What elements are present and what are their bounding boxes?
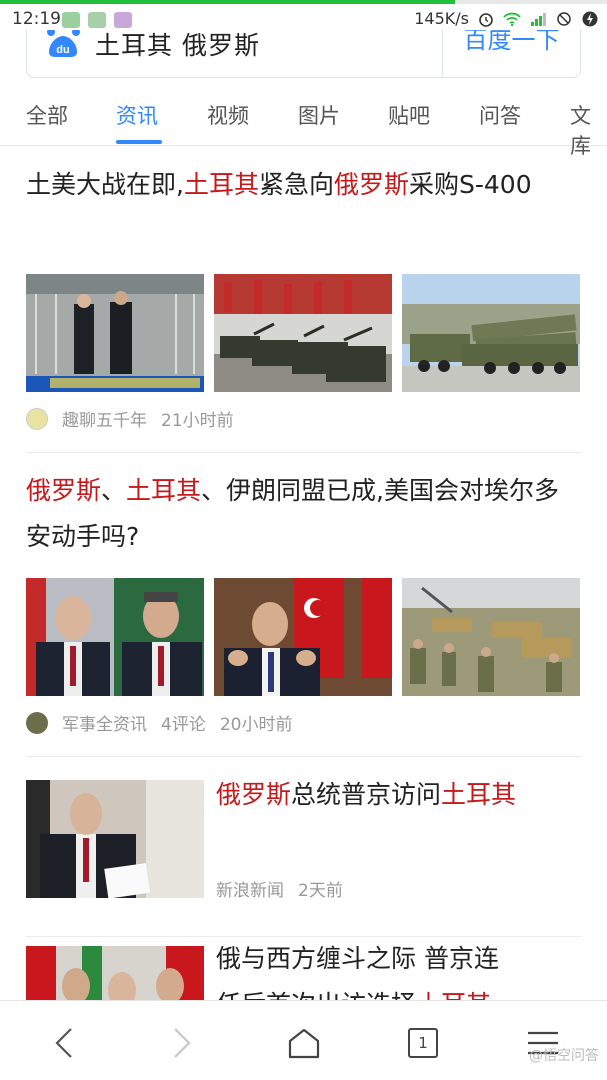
news-thumbnails <box>26 578 580 696</box>
source-avatar <box>26 407 48 430</box>
network-speed: 145K/s <box>414 9 469 28</box>
news-meta: 军事全资讯 4评论 20小时前 <box>26 710 292 735</box>
status-time: 12:19 <box>12 9 61 29</box>
home-button[interactable] <box>282 1021 326 1065</box>
tab-all[interactable]: 全部 <box>26 100 68 130</box>
news-thumbnail[interactable] <box>214 578 392 696</box>
watermark: @悟空问答 <box>529 1048 599 1064</box>
svg-text:du: du <box>56 44 69 56</box>
category-tabs: 全部 资讯 视频 图片 贴吧 问答 文库 <box>0 88 607 158</box>
news-time: 20小时前 <box>219 715 293 735</box>
status-right: 145K/s <box>414 9 599 28</box>
forward-button[interactable] <box>160 1021 204 1065</box>
status-bar: 12:19 145K/s <box>0 0 607 34</box>
tab-video[interactable]: 视频 <box>207 100 249 130</box>
news-title[interactable]: 俄罗斯总统普京访问土耳其 <box>216 772 596 818</box>
search-input[interactable]: 土耳其 俄罗斯 <box>95 30 260 62</box>
tab-news[interactable]: 资讯 <box>116 100 158 130</box>
news-source: 军事全资讯 <box>62 715 147 735</box>
divider <box>26 756 581 757</box>
news-thumbnail[interactable] <box>214 274 392 392</box>
news-source: 趣聊五千年 <box>62 411 147 431</box>
news-item-2[interactable]: 俄罗斯、土耳其、伊朗同盟已成,美国会对埃尔多安动手吗? 军事全资讯 4评论 20… <box>0 468 607 735</box>
news-title[interactable]: 俄罗斯、土耳其、伊朗同盟已成,美国会对埃尔多安动手吗? <box>0 468 590 560</box>
active-tab-indicator <box>116 140 162 144</box>
tab-count: 1 <box>408 1028 438 1058</box>
tab-tieba[interactable]: 贴吧 <box>388 100 430 130</box>
baidu-logo: du <box>47 30 80 57</box>
news-title[interactable]: 俄与西方缠斗之际 普京连 任后首次出访选择土耳其 <box>216 936 596 1000</box>
search-button[interactable]: 百度一下 <box>442 30 580 77</box>
page-load-progress <box>455 0 607 4</box>
news-comments: 4评论 <box>161 715 206 735</box>
tab-qa[interactable]: 问答 <box>479 100 521 130</box>
news-meta: 新浪新闻 2天前 <box>216 876 343 901</box>
news-thumbnails <box>26 274 580 392</box>
news-thumbnail[interactable] <box>26 780 204 898</box>
news-item-4[interactable]: 俄与西方缠斗之际 普京连 任后首次出访选择土耳其 <box>0 936 607 1000</box>
news-meta: 趣聊五千年 21小时前 <box>26 406 234 431</box>
news-title[interactable]: 土美大战在即,土耳其紧急向俄罗斯采购S-400 <box>0 162 590 208</box>
tabs-button[interactable]: 1 <box>401 1021 445 1065</box>
browser-bottom-bar: 1 @悟空问答 <box>0 1000 607 1080</box>
signal-icon <box>531 12 546 26</box>
no-sim-icon <box>557 11 571 26</box>
chevron-right-icon <box>174 1028 191 1058</box>
divider <box>26 452 581 453</box>
back-button[interactable] <box>42 1021 86 1065</box>
alarm-icon <box>479 12 493 27</box>
tab-wenku[interactable]: 文库 <box>570 100 607 160</box>
app-icon-2 <box>88 12 106 28</box>
news-thumbnail[interactable] <box>402 578 580 696</box>
app-icon-1 <box>62 12 80 28</box>
status-app-icons <box>62 12 132 28</box>
news-source: 新浪新闻 <box>216 881 284 901</box>
chevron-left-icon <box>55 1028 72 1058</box>
source-avatar <box>26 711 48 734</box>
search-bar[interactable]: du 土耳其 俄罗斯 百度一下 <box>26 30 581 78</box>
news-time: 2天前 <box>298 881 343 901</box>
news-item-1[interactable]: 土美大战在即,土耳其紧急向俄罗斯采购S-400 趣聊五千年 21小时前 <box>0 162 607 431</box>
charging-icon <box>582 11 598 26</box>
tab-images[interactable]: 图片 <box>298 100 340 130</box>
news-thumbnail[interactable] <box>26 946 204 1000</box>
app-icon-3 <box>114 12 132 28</box>
news-thumbnail[interactable] <box>402 274 580 392</box>
news-thumbnail[interactable] <box>26 578 204 696</box>
wifi-icon <box>503 12 521 26</box>
home-icon <box>288 1028 320 1059</box>
news-thumbnail[interactable] <box>26 274 204 392</box>
news-time: 21小时前 <box>161 411 234 431</box>
